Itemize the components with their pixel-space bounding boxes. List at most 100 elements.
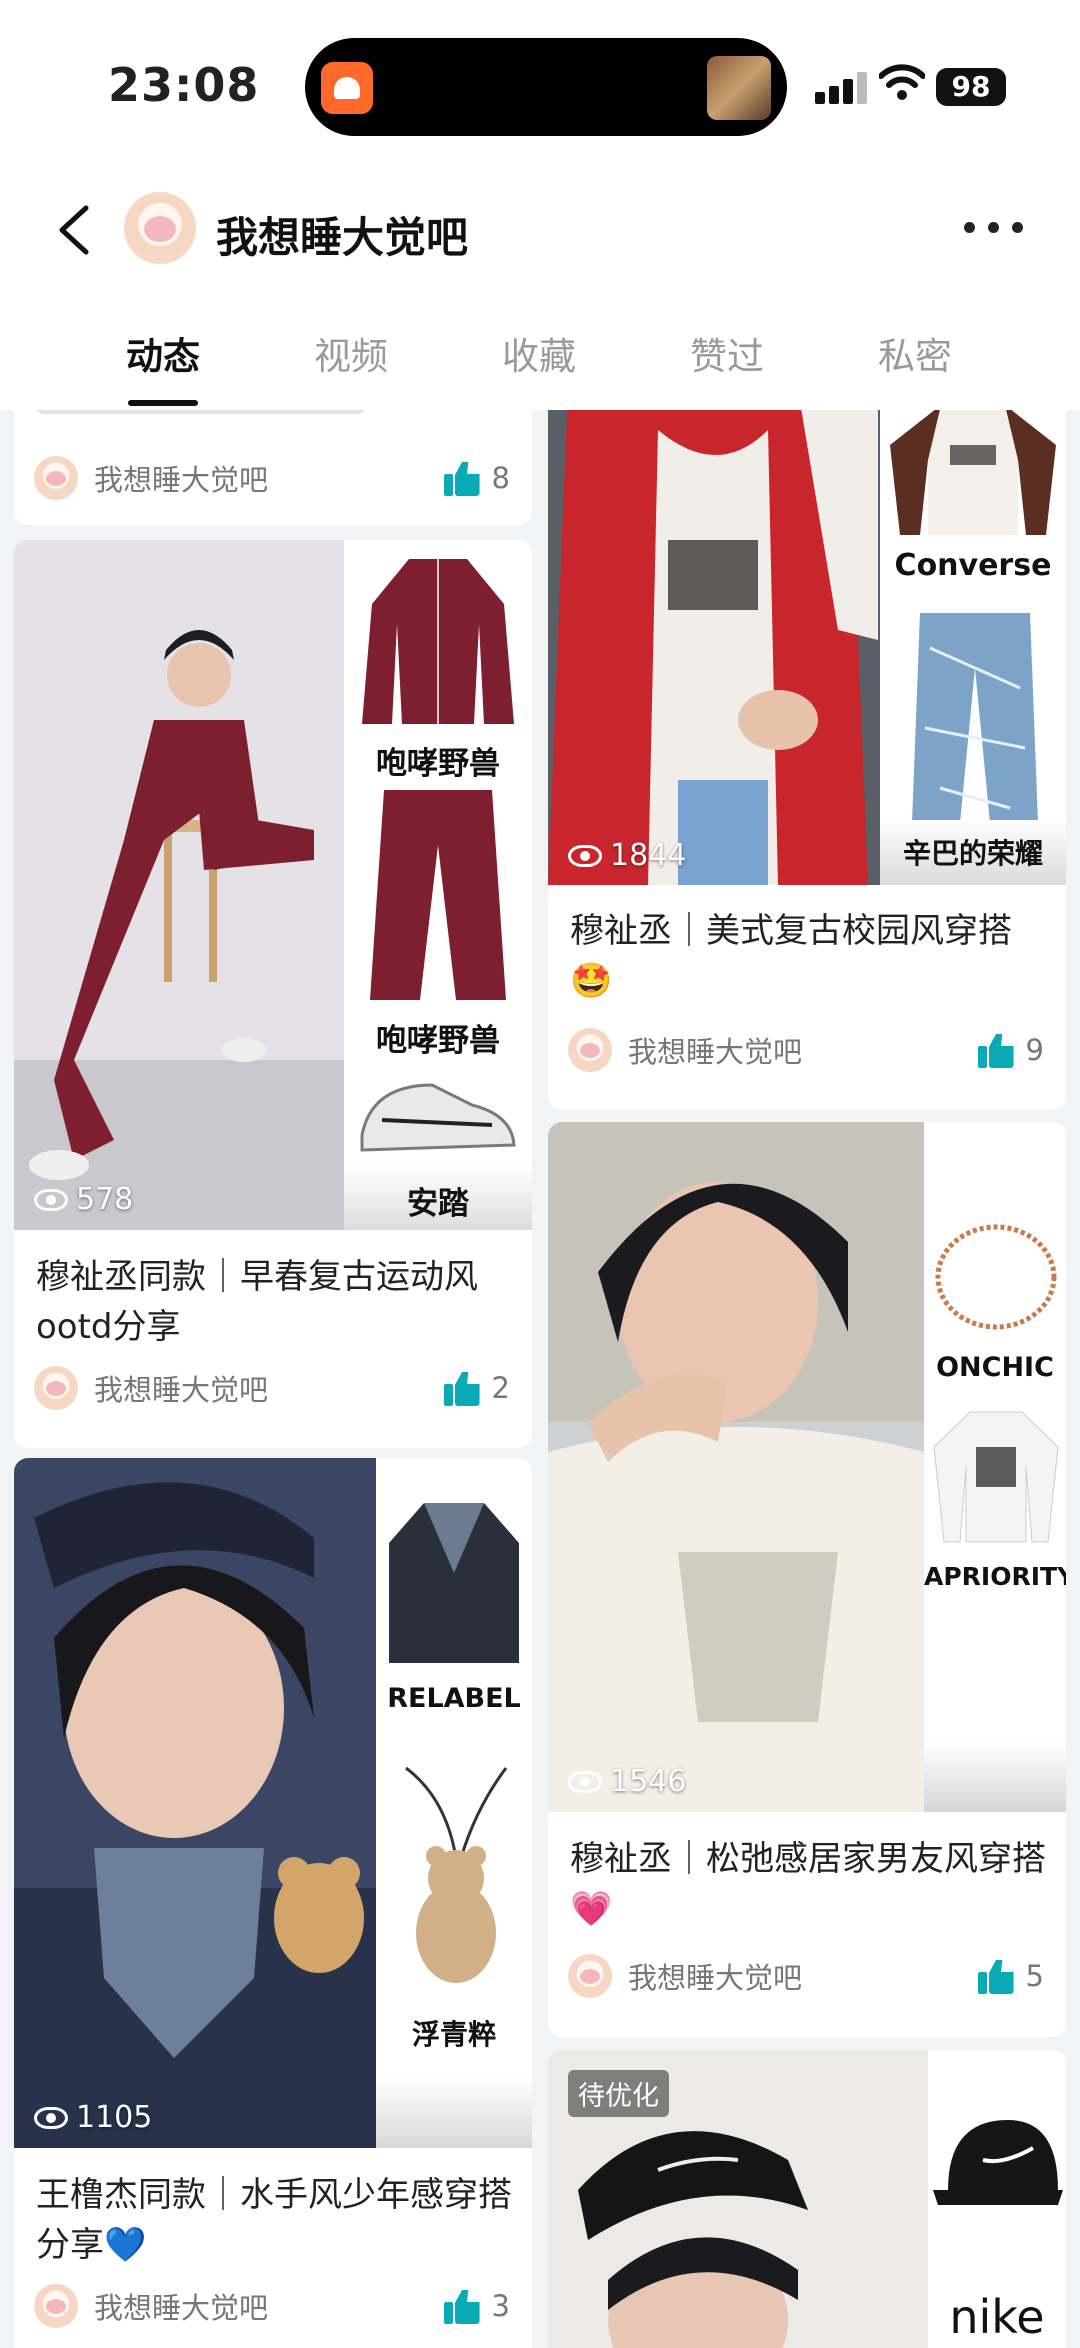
post-title: 穆祉丞｜美式复古校园风穿搭🤩 (570, 911, 1012, 1001)
product-panel: ONCHIC APRIORITY (924, 1122, 1066, 1812)
avatar[interactable] (124, 192, 196, 264)
brand-label: Converse (894, 548, 1052, 583)
post-feed: 我想睡大觉吧 8 咆哮野兽 咆哮野兽 安踏 578 穆祉丞同款｜早春复古运动风o… (0, 410, 1080, 2348)
like-count: 9 (1025, 1033, 1044, 1067)
view-count-value: 1844 (610, 838, 687, 873)
view-count-value: 1546 (610, 1764, 687, 1799)
eye-icon (568, 844, 602, 867)
graphic-tee-image (933, 1411, 1059, 1543)
post-card[interactable]: 咆哮野兽 咆哮野兽 安踏 578 穆祉丞同款｜早春复古运动风ootd分享 我想睡… (14, 540, 532, 1448)
like-count: 5 (1025, 1959, 1044, 1993)
like-count: 2 (491, 1371, 510, 1405)
author-avatar (34, 1366, 78, 1410)
post-cover: nike 待优化 (548, 2050, 1066, 2348)
author-avatar (34, 456, 78, 500)
page-title: 我想睡大觉吧 (216, 213, 469, 262)
thumbs-up-icon (977, 1032, 1014, 1068)
brand-label: nike (949, 2290, 1045, 2344)
post-author[interactable]: 我想睡大觉吧 (568, 1028, 802, 1072)
necklace-image (935, 1224, 1057, 1330)
status-time: 23:08 (108, 58, 260, 112)
brand-label: 安踏 (407, 1186, 469, 1222)
post-author[interactable]: 我想睡大觉吧 (34, 1366, 268, 1410)
sneaker-image (360, 1083, 516, 1152)
post-author[interactable]: 我想睡大觉吧 (34, 456, 268, 500)
like-count: 3 (491, 2289, 510, 2323)
view-count: 1844 (568, 838, 686, 873)
author-name: 我想睡大觉吧 (628, 1961, 803, 1995)
media-thumbnail (707, 56, 771, 120)
brand-label: APRIORITY (924, 1562, 1066, 1591)
view-count: 1105 (34, 2100, 152, 2135)
post-card[interactable]: nike 待优化 (548, 2050, 1066, 2348)
tab-favorites[interactable]: 收藏 (502, 326, 576, 380)
view-count-value: 1105 (76, 2100, 153, 2135)
thumbs-up-icon (443, 460, 480, 496)
post-title: 穆祉丞同款｜早春复古运动风ootd分享 (36, 1257, 478, 1347)
post-cover: Converse 辛巴的荣耀 1844 (548, 410, 1066, 885)
author-avatar (568, 1028, 612, 1072)
product-panel: RELABEL 浮青粹 (376, 1458, 532, 2148)
status-badge: 待优化 (568, 2070, 669, 2117)
view-count-value: 578 (76, 1182, 134, 1217)
post-card[interactable]: 我想睡大觉吧 8 (14, 410, 532, 525)
like-button[interactable]: 3 (443, 2288, 510, 2324)
product-panel: 咆哮野兽 咆哮野兽 安踏 (344, 540, 532, 1230)
author-name: 我想睡大觉吧 (94, 463, 269, 497)
product-panel: Converse 辛巴的荣耀 (880, 410, 1066, 885)
back-icon[interactable] (52, 202, 96, 258)
tab-videos[interactable]: 视频 (314, 326, 388, 380)
like-button[interactable]: 9 (977, 1032, 1044, 1068)
brand-label: 浮青粹 (411, 2018, 496, 2051)
outfit-photo (14, 540, 344, 1230)
like-button[interactable]: 8 (443, 460, 510, 496)
jeans-image (912, 613, 1038, 823)
tab-liked[interactable]: 赞过 (690, 326, 764, 380)
post-card[interactable]: ONCHIC APRIORITY 1546 穆祉丞｜松弛感居家男友风穿搭💗 我想… (548, 1122, 1066, 2037)
post-cover: RELABEL 浮青粹 1105 (14, 1458, 532, 2148)
eye-icon (34, 2106, 68, 2129)
thumbs-up-icon (977, 1958, 1014, 1994)
battery-icon: 98 (936, 68, 1006, 106)
status-bar: 23:08 98 (0, 0, 1080, 170)
brand-label: ONCHIC (936, 1352, 1054, 1383)
track-jacket-image (362, 559, 514, 724)
outfit-photo (548, 1122, 924, 1812)
app-icon (321, 62, 373, 114)
author-name: 我想睡大觉吧 (94, 1373, 269, 1407)
truncated-title (36, 410, 366, 414)
more-icon[interactable] (964, 222, 1024, 234)
view-count: 1546 (568, 1764, 686, 1799)
eye-icon (34, 1188, 68, 1211)
tab-private[interactable]: 私密 (878, 326, 952, 380)
author-name: 我想睡大觉吧 (94, 2291, 269, 2325)
like-button[interactable]: 2 (443, 1370, 510, 1406)
brand-label: 咆哮野兽 (376, 746, 500, 782)
post-card[interactable]: RELABEL 浮青粹 1105 王橹杰同款｜水手风少年感穿搭分享💙 我想睡大觉… (14, 1458, 532, 2348)
author-avatar (568, 1954, 612, 1998)
author-avatar (34, 2284, 78, 2328)
post-card[interactable]: Converse 辛巴的荣耀 1844 穆祉丞｜美式复古校园风穿搭🤩 我想睡大觉… (548, 410, 1066, 1110)
post-cover: 咆哮野兽 咆哮野兽 安踏 578 (14, 540, 532, 1230)
like-button[interactable]: 5 (977, 1958, 1044, 1994)
like-count: 8 (491, 461, 510, 495)
post-author[interactable]: 我想睡大觉吧 (568, 1954, 802, 1998)
product-panel: nike (928, 2050, 1066, 2348)
post-title: 王橹杰同款｜水手风少年感穿搭分享💙 (36, 2175, 512, 2265)
sailor-jacket-image (389, 1503, 519, 1663)
wifi-icon (879, 64, 925, 100)
brand-label: RELABEL (387, 1683, 521, 1714)
thumbs-up-icon (443, 1370, 480, 1406)
post-author[interactable]: 我想睡大觉吧 (34, 2284, 268, 2328)
post-title: 穆祉丞｜松弛感居家男友风穿搭💗 (570, 1839, 1046, 1929)
tab-dynamic[interactable]: 动态 (126, 326, 200, 380)
brand-label: 咆哮野兽 (376, 1023, 500, 1059)
post-cover: ONCHIC APRIORITY 1546 (548, 1122, 1066, 1812)
thumbs-up-icon (443, 2288, 480, 2324)
bear-charm-image (405, 1766, 508, 1983)
outfit-photo (548, 410, 880, 885)
signal-icon (815, 72, 867, 104)
nike-cap-image (933, 2120, 1063, 2205)
profile-header: 我想睡大觉吧 (0, 170, 1080, 290)
eye-icon (568, 1770, 602, 1793)
